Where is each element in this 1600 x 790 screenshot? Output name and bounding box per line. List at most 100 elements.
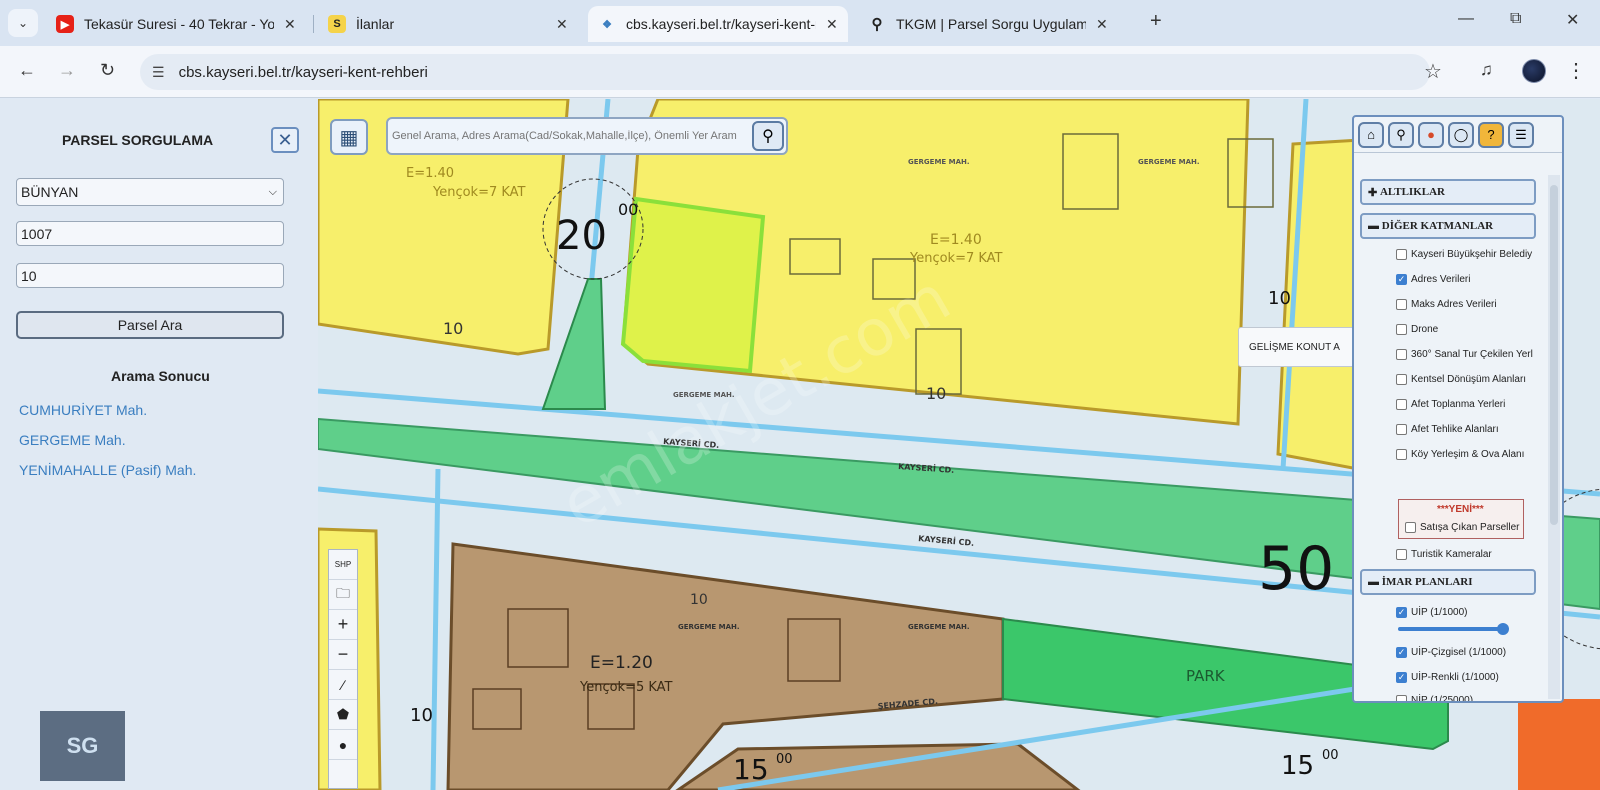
road-width-label: 20 [556, 213, 607, 259]
draw-line-icon[interactable]: ∕ [329, 670, 357, 700]
layer-item[interactable]: Kentsel Dönüşüm Alanları [1396, 374, 1526, 385]
parsel-search-button[interactable]: Parsel Ara [16, 311, 284, 339]
checkbox[interactable]: ✓ [1396, 607, 1407, 618]
altliklar-header[interactable]: ✚ ALTLIKLAR [1360, 179, 1536, 205]
globe-icon[interactable]: ◯ [1448, 121, 1474, 148]
forward-icon[interactable]: → [58, 60, 76, 81]
layer-label: NİP (1/25000) [1411, 695, 1474, 703]
close-tab-icon[interactable]: ✕ [826, 16, 838, 33]
layer-label: 360° Sanal Tur Çekilen Yerl [1411, 349, 1533, 360]
panel-title: PARSEL SORGULAMA [62, 132, 214, 148]
imar-planlari-header[interactable]: ▬ İMAR PLANLARI [1360, 569, 1536, 595]
layer-item[interactable]: Kayseri Büyükşehir Belediy [1396, 249, 1532, 260]
checkbox[interactable] [1396, 449, 1407, 460]
bookmark-star-icon[interactable]: ☆ [1424, 59, 1442, 84]
layer-item[interactable]: Maks Adres Verileri [1396, 299, 1497, 310]
search-button[interactable]: ⚲ [752, 121, 784, 151]
layer-item[interactable]: Afet Toplanma Yerleri [1396, 399, 1505, 410]
checkbox[interactable] [1396, 349, 1407, 360]
layer-label: Satışa Çıkan Parseller [1420, 522, 1520, 533]
opacity-slider[interactable] [1398, 623, 1509, 635]
layer-item[interactable]: Satışa Çıkan Parseller [1405, 522, 1520, 533]
close-panel-button[interactable]: ✕ [271, 127, 299, 153]
checkbox[interactable] [1396, 549, 1407, 560]
reload-icon[interactable]: ↻ [100, 60, 115, 81]
zoom-in-icon[interactable]: + [329, 610, 357, 640]
road-width-label: 10 [926, 384, 946, 403]
layer-item[interactable]: ✓ Adres Verileri [1396, 274, 1470, 285]
draw-polygon-icon[interactable]: ⬟ [329, 700, 357, 730]
checkbox[interactable]: ✓ [1396, 647, 1407, 658]
district-select[interactable]: BÜNYAN ⌵ [16, 178, 284, 206]
road-width-label: 15 [733, 753, 769, 786]
close-tab-icon[interactable]: ✕ [1096, 16, 1108, 33]
checkbox[interactable] [1396, 249, 1407, 260]
layer-item[interactable]: Drone [1396, 324, 1438, 335]
park-label: PARK [1186, 667, 1226, 685]
parsel-field[interactable]: 10 [16, 263, 284, 288]
menu-kebab-icon[interactable]: ⋮ [1566, 58, 1586, 83]
search-icon: ⚲ [762, 128, 774, 145]
layers-scrollbar[interactable] [1548, 175, 1560, 699]
checkbox[interactable] [1396, 324, 1407, 335]
checkbox[interactable] [1396, 374, 1407, 385]
route-icon[interactable]: ⚲ [1388, 121, 1414, 148]
tab-ilanlar[interactable]: S İlanlar ✕ [318, 6, 578, 42]
map-tooltip: GELİŞME KONUT A [1238, 327, 1358, 367]
url-field[interactable]: ☰ cbs.kayseri.bel.tr/kayseri-kent-rehber… [140, 54, 1430, 90]
tab-search-chevron-icon[interactable]: ⌄ [8, 9, 38, 37]
neighborhood-label: GERGEME MAH. [1138, 158, 1200, 166]
tab-youtube[interactable]: ▶ Tekasür Suresi - 40 Tekrar - You ✕ [46, 6, 306, 42]
map-search-input[interactable] [388, 130, 748, 142]
diger-katmanlar-header[interactable]: ▬ DİĞER KATMANLAR [1360, 213, 1536, 239]
selected-parcel [620, 196, 766, 374]
zone-height-label: Yençok=7 KAT [432, 185, 526, 200]
profile-avatar[interactable] [1522, 59, 1546, 83]
site-info-icon[interactable]: ☰ [152, 64, 165, 81]
back-icon[interactable]: ← [18, 60, 36, 81]
location-pin-icon[interactable]: ● [1418, 121, 1444, 148]
map-canvas[interactable]: 20 00 50 15 00 15 00 10 10 10 10 10 E=1.… [318, 99, 1600, 790]
zone-orange [1518, 699, 1600, 790]
layer-item[interactable]: Afet Tehlike Alanları [1396, 424, 1499, 435]
layer-item[interactable]: Turistik Kameralar [1396, 549, 1492, 560]
menu-icon[interactable]: ☰ [1508, 121, 1534, 148]
restore-icon[interactable]: ⧉ [1510, 10, 1521, 28]
open-folder-icon[interactable]: 🗀 [329, 580, 357, 610]
shp-button[interactable]: SHP [329, 550, 357, 580]
checkbox[interactable]: ✓ [1396, 672, 1407, 683]
checkbox[interactable] [1396, 424, 1407, 435]
home-icon[interactable]: ⌂ [1358, 121, 1384, 148]
checkbox[interactable] [1396, 399, 1407, 410]
layer-item[interactable]: ✓ UİP (1/1000) [1396, 607, 1468, 618]
new-tab-icon[interactable]: + [1150, 10, 1162, 33]
help-icon[interactable]: ? [1478, 121, 1504, 148]
layer-item[interactable]: ✓ UİP-Renkli (1/1000) [1396, 672, 1499, 683]
close-window-icon[interactable]: ✕ [1566, 10, 1579, 30]
draw-point-icon[interactable]: ● [329, 730, 357, 760]
checkbox[interactable] [1396, 695, 1407, 701]
minimize-icon[interactable]: — [1458, 10, 1474, 28]
zoom-out-icon[interactable]: − [329, 640, 357, 670]
tab-tkgm[interactable]: ⚲ TKGM | Parsel Sorgu Uygulamas ✕ [858, 6, 1118, 42]
layer-grid-button[interactable]: ▦ [330, 119, 368, 155]
result-link[interactable]: GERGEME Mah. [19, 432, 126, 448]
checkbox[interactable]: ✓ [1396, 274, 1407, 285]
checkbox[interactable] [1405, 522, 1416, 533]
layer-item[interactable]: ✓ UİP-Çizgisel (1/1000) [1396, 647, 1506, 658]
layer-item[interactable]: 360° Sanal Tur Çekilen Yerl [1396, 349, 1533, 360]
media-control-icon[interactable]: ♫ [1480, 60, 1493, 80]
result-link[interactable]: YENİMAHALLE (Pasif) Mah. [19, 462, 196, 478]
checkbox[interactable] [1396, 299, 1407, 310]
layer-item[interactable]: Köy Yerleşim & Ova Alanı [1396, 449, 1524, 460]
layer-item[interactable]: NİP (1/25000) [1396, 695, 1474, 703]
road-width-label: 10 [443, 319, 463, 338]
ada-field[interactable]: 1007 [16, 221, 284, 246]
close-tab-icon[interactable]: ✕ [556, 16, 568, 33]
close-tab-icon[interactable]: ✕ [284, 16, 296, 33]
tab-cbs-kayseri[interactable]: ❖ cbs.kayseri.bel.tr/kayseri-kent-r ✕ [588, 6, 848, 42]
district-value: BÜNYAN [21, 184, 79, 200]
s-logo-icon: S [328, 15, 346, 33]
result-link[interactable]: CUMHURİYET Mah. [19, 402, 147, 418]
neighborhood-label: GERGEME MAH. [678, 623, 740, 631]
